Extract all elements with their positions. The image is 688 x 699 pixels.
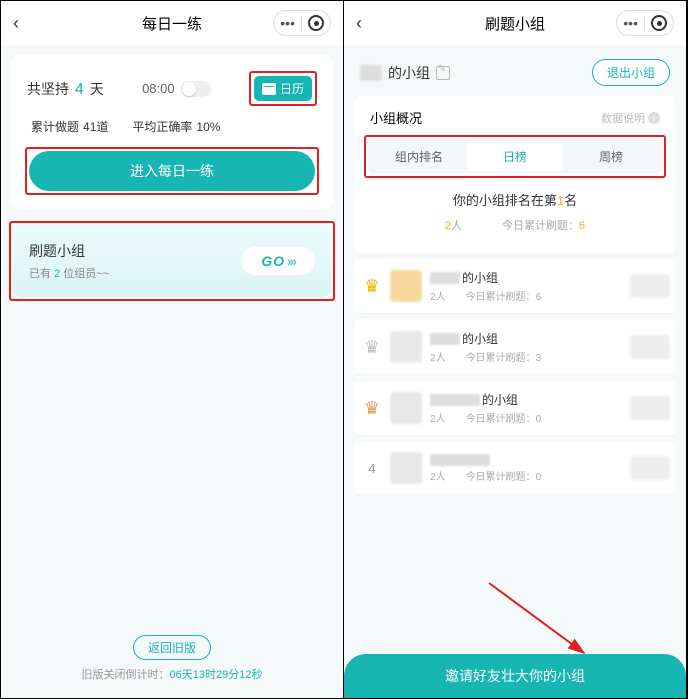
leave-group-button[interactable]: 退出小组 — [592, 59, 670, 86]
redacted-badge — [630, 456, 670, 480]
target-icon[interactable] — [651, 15, 667, 31]
crown-gold-icon: ♛ — [364, 276, 380, 297]
page-title: 每日一练 — [142, 13, 202, 34]
menu-pill[interactable]: ••• — [616, 10, 674, 36]
tab-daily[interactable]: 日榜 — [467, 142, 563, 171]
group-card-sub: 已有 2 位组员~~ — [29, 265, 109, 281]
list-item[interactable]: ♛ 的小组 2人 今日累计刷题：6 — [354, 259, 676, 314]
avatar — [390, 270, 422, 302]
highlight-calendar: 日历 — [249, 71, 317, 106]
header-actions: ••• — [273, 10, 331, 36]
list-item[interactable]: 4 2人 今日累计刷题：0 — [354, 442, 676, 495]
avatar — [390, 452, 422, 484]
content: 共坚持 4 天 08:00 日历 累计做题41道 平均正确率10% — [1, 45, 343, 698]
group-card[interactable]: 刷题小组 已有 2 位组员~~ GO ››› — [13, 225, 331, 297]
overview-card: 小组概况 数据说明 i 组内排名 日榜 周榜 你的小组排名在第1名 2人 今日累… — [354, 96, 676, 253]
edit-icon[interactable] — [436, 66, 450, 80]
more-icon[interactable]: ••• — [623, 15, 638, 31]
content: 的小组 退出小组 小组概况 数据说明 i 组内排名 日榜 周榜 — [344, 45, 686, 698]
crown-bronze-icon: ♛ — [364, 398, 380, 419]
highlight-tabs: 组内排名 日榜 周榜 — [364, 135, 666, 178]
overview-title: 小组概况 — [370, 108, 422, 127]
calendar-button[interactable]: 日历 — [254, 76, 312, 101]
avatar — [390, 331, 422, 363]
header-actions: ••• — [616, 10, 674, 36]
alarm-setting[interactable]: 08:00 — [142, 81, 211, 97]
ranking-tabs: 组内排名 日榜 周榜 — [368, 139, 662, 174]
info-icon: i — [648, 112, 660, 124]
redacted-name — [360, 65, 382, 81]
footer: 返回旧版 旧版关闭倒计时：06天13时29分12秒 — [11, 635, 333, 688]
redacted-badge — [630, 335, 670, 359]
highlight-group-card: 刷题小组 已有 2 位组员~~ GO ››› — [9, 221, 335, 301]
back-icon[interactable]: ‹ — [13, 13, 19, 34]
back-icon[interactable]: ‹ — [356, 13, 362, 34]
stats-row: 累计做题41道 平均正确率10% — [27, 118, 317, 135]
group-card-title: 刷题小组 — [29, 241, 109, 261]
page-title: 刷题小组 — [485, 13, 545, 34]
redacted-badge — [630, 396, 670, 420]
left-screen: ‹ 每日一练 ••• 共坚持 4 天 08:00 — [1, 1, 344, 698]
go-arrows-icon: ››› — [285, 253, 295, 269]
header: ‹ 刷题小组 ••• — [344, 1, 686, 45]
list-item[interactable]: ♛ 的小组 2人 今日累计刷题：3 — [354, 320, 676, 375]
tab-inner-rank[interactable]: 组内排名 — [371, 142, 467, 171]
back-old-button[interactable]: 返回旧版 — [133, 635, 211, 660]
countdown-value: 06天13时29分12秒 — [170, 669, 263, 681]
rank-number: 4 — [360, 461, 384, 476]
ranking-list: ♛ 的小组 2人 今日累计刷题：6 ♛ 的小组 2人 — [354, 253, 676, 698]
avatar — [390, 392, 422, 424]
group-name[interactable]: 的小组 — [360, 63, 450, 83]
my-rank-text: 你的小组排名在第1名 — [366, 190, 664, 209]
invite-friends-button[interactable]: 邀请好友壮大你的小组 — [344, 654, 686, 698]
highlight-enter: 进入每日一练 — [25, 147, 319, 195]
header: ‹ 每日一练 ••• — [1, 1, 343, 45]
target-icon[interactable] — [308, 15, 324, 31]
list-item[interactable]: ♛ 的小组 2人 今日累计刷题：0 — [354, 381, 676, 436]
stats-card: 共坚持 4 天 08:00 日历 累计做题41道 平均正确率10% — [11, 55, 333, 209]
redacted-badge — [630, 274, 670, 298]
menu-pill[interactable]: ••• — [273, 10, 331, 36]
crown-silver-icon: ♛ — [364, 337, 380, 358]
alarm-switch[interactable] — [181, 81, 211, 97]
data-desc-button[interactable]: 数据说明 i — [601, 108, 660, 127]
tab-weekly[interactable]: 周榜 — [563, 142, 659, 171]
persist-text: 共坚持 4 天 — [27, 79, 104, 99]
right-screen: ‹ 刷题小组 ••• 的小组 退出小组 小组概况 数据说明 i — [344, 1, 687, 698]
enter-daily-button[interactable]: 进入每日一练 — [29, 151, 315, 191]
my-rank-sub: 2人 今日累计刷题：6 — [366, 217, 664, 233]
group-header: 的小组 退出小组 — [354, 45, 676, 96]
go-button[interactable]: GO ››› — [241, 247, 315, 275]
calendar-icon — [262, 83, 276, 95]
more-icon[interactable]: ••• — [280, 15, 295, 31]
